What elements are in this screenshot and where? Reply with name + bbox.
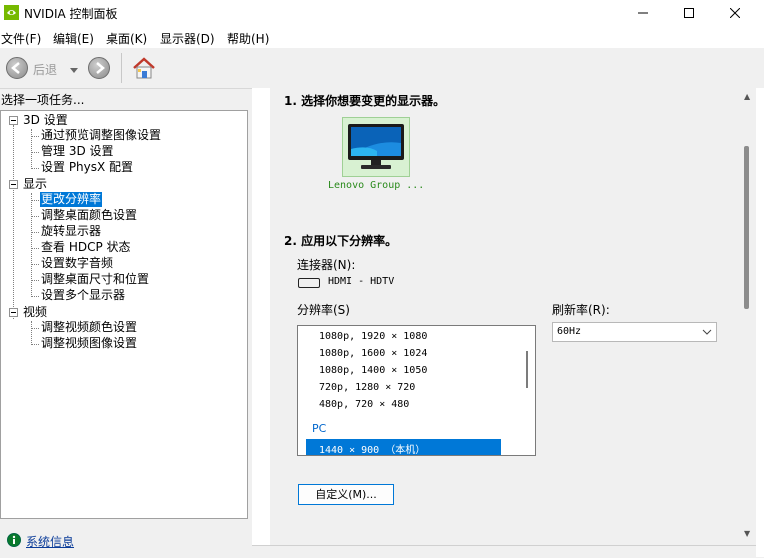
tree-expander-3d[interactable]	[9, 116, 18, 125]
back-arrow-icon[interactable]	[6, 57, 28, 79]
nvidia-icon	[4, 5, 19, 20]
tree-item-rotate-display[interactable]: 旋转显示器	[41, 224, 101, 239]
refresh-rate-value: 60Hz	[557, 326, 582, 337]
close-button[interactable]	[712, 0, 758, 26]
resolution-option[interactable]: 1080p, 1400 × 1050	[319, 365, 427, 376]
resolution-option[interactable]: 1080p, 1920 × 1080	[319, 331, 427, 342]
tree-item-physx-config[interactable]: 设置 PhysX 配置	[41, 160, 133, 175]
content-scroll-thumb[interactable]	[744, 146, 749, 309]
toolbar: 后退	[0, 48, 764, 89]
customize-button[interactable]: 自定义(M)...	[298, 484, 394, 505]
resolution-option[interactable]: 480p, 720 × 480	[319, 399, 409, 410]
tree-group-video[interactable]: 视频	[23, 305, 47, 320]
bottom-scroll-track	[252, 545, 756, 558]
step1-title: 1. 选择你想要变更的显示器。	[284, 94, 446, 108]
refresh-rate-select[interactable]: 60Hz	[552, 322, 717, 342]
task-pane-header: 选择一项任务...	[1, 93, 85, 107]
resolution-list[interactable]: 1080p, 1920 × 1080 1080p, 1600 × 1024 10…	[297, 325, 536, 456]
resolution-label: 分辨率(S)	[297, 303, 350, 317]
tree-item-desktop-size[interactable]: 调整桌面尺寸和位置	[41, 272, 149, 287]
resolution-group-label: PC	[312, 422, 327, 435]
home-icon[interactable]	[131, 55, 157, 84]
tree-group-display[interactable]: 显示	[23, 177, 47, 192]
scroll-down-icon[interactable]: ▼	[744, 529, 750, 538]
title-bar: NVIDIA 控制面板	[0, 0, 764, 26]
menu-edit[interactable]: 编辑(E)	[53, 30, 94, 47]
tree-item-desktop-color[interactable]: 调整桌面颜色设置	[41, 208, 137, 223]
tree-item-digital-audio[interactable]: 设置数字音频	[41, 256, 113, 271]
monitor-icon	[347, 123, 405, 174]
tree-item-manage-3d-settings[interactable]: 管理 3D 设置	[41, 144, 114, 159]
tree-item-multiple-displays[interactable]: 设置多个显示器	[41, 288, 125, 303]
forward-arrow-icon[interactable]	[88, 57, 110, 79]
hdmi-connector-icon	[298, 278, 320, 288]
resolution-option[interactable]: 1080p, 1600 × 1024	[319, 348, 427, 359]
tree-item-video-image[interactable]: 调整视频图像设置	[41, 336, 137, 351]
toolbar-separator	[121, 53, 122, 83]
menu-help[interactable]: 帮助(H)	[227, 30, 269, 47]
menu-display[interactable]: 显示器(D)	[160, 30, 215, 47]
connector-value: HDMI - HDTV	[328, 276, 395, 287]
tree-expander-video[interactable]	[9, 308, 18, 317]
resolution-option[interactable]: 720p, 1280 × 720	[319, 382, 415, 393]
window-edge	[756, 88, 764, 557]
system-info-link[interactable]: 系统信息	[26, 533, 74, 550]
task-tree: 3D 设置 通过预览调整图像设置 管理 3D 设置 设置 PhysX 配置 显示…	[0, 110, 248, 519]
maximize-button[interactable]	[666, 0, 712, 26]
tree-item-video-color[interactable]: 调整视频颜色设置	[41, 320, 137, 335]
refresh-rate-label: 刷新率(R):	[552, 303, 610, 317]
menu-file[interactable]: 文件(F)	[1, 30, 41, 47]
chevron-down-icon	[702, 326, 712, 340]
tree-item-change-resolution[interactable]: 更改分辨率	[40, 192, 103, 207]
tree-expander-display[interactable]	[9, 180, 18, 189]
monitor-selector[interactable]	[342, 117, 410, 177]
resolution-scroll-thumb[interactable]	[526, 351, 528, 388]
monitor-label[interactable]: Lenovo Group ...	[328, 180, 424, 191]
menu-bar: 文件(F) 编辑(E) 桌面(K) 显示器(D) 帮助(H)	[0, 26, 764, 48]
tree-item-hdcp-status[interactable]: 查看 HDCP 状态	[41, 240, 131, 255]
system-info-icon[interactable]	[7, 533, 21, 547]
step2-title: 2. 应用以下分辨率。	[284, 234, 398, 248]
back-dropdown-icon[interactable]	[70, 63, 78, 77]
menu-desktop[interactable]: 桌面(K)	[106, 30, 147, 47]
resolution-option-selected[interactable]: 1440 × 900 （本机）	[319, 441, 425, 455]
back-button-label[interactable]: 后退	[33, 61, 57, 78]
minimize-button[interactable]	[620, 0, 666, 26]
window-title: NVIDIA 控制面板	[24, 7, 118, 21]
scroll-up-icon[interactable]: ▲	[744, 92, 750, 101]
tree-item-preview-image-settings[interactable]: 通过预览调整图像设置	[41, 128, 161, 143]
connector-label: 连接器(N):	[297, 258, 356, 272]
tree-group-3d-settings[interactable]: 3D 设置	[23, 113, 68, 128]
